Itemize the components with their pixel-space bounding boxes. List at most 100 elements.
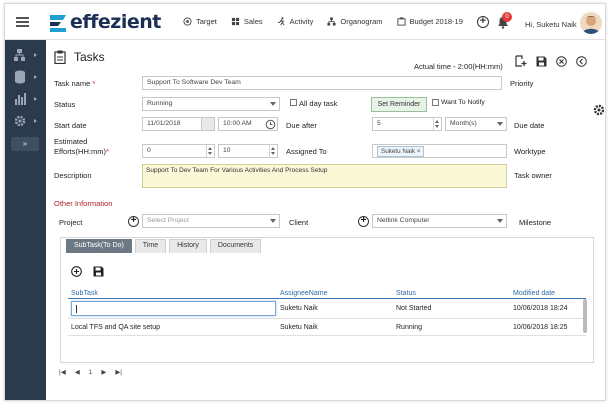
- assignee-tag[interactable]: Suketu Naik ×: [377, 146, 425, 157]
- last-page-icon[interactable]: ▶|: [115, 368, 122, 376]
- nav-sales[interactable]: Sales: [231, 17, 263, 26]
- table-header-divider: [68, 298, 586, 299]
- row2-subtask[interactable]: Local TFS and QA site setup: [71, 324, 160, 331]
- nav-target[interactable]: Target: [183, 17, 217, 26]
- nav-sales-label: Sales: [243, 17, 263, 26]
- add-subtask-icon[interactable]: [71, 266, 82, 277]
- assigned-to-label: Assigned To: [286, 147, 327, 156]
- all-day-label: All day task: [299, 99, 338, 108]
- want-notify-checkbox[interactable]: [432, 99, 439, 106]
- effort-label: Estimated: [54, 137, 88, 146]
- bar-chart-icon[interactable]: [13, 92, 39, 106]
- settings-icon[interactable]: [13, 114, 39, 128]
- row2-modified: 10/06/2018 18:25: [513, 324, 568, 331]
- tab-documents[interactable]: Documents: [209, 239, 262, 253]
- start-time-value: 10:00 AM: [223, 120, 252, 127]
- target-icon: [183, 17, 192, 26]
- due-after-value: 5: [377, 120, 381, 127]
- row1-status: Not Started: [396, 305, 432, 312]
- add-icon[interactable]: +: [477, 16, 489, 28]
- due-after-input[interactable]: 5: [372, 117, 442, 131]
- database-icon[interactable]: [13, 70, 39, 84]
- user-greeting[interactable]: Hi, Suketu Naik: [525, 20, 577, 29]
- clock-icon[interactable]: [264, 118, 277, 130]
- next-page-icon[interactable]: ▶: [101, 368, 106, 376]
- assigned-to-input[interactable]: Suketu Naik ×: [372, 144, 507, 158]
- add-client-icon[interactable]: +: [358, 216, 369, 227]
- sidebar-expand-button[interactable]: »: [11, 137, 39, 151]
- nav-budget[interactable]: Budget 2018-19: [396, 17, 463, 26]
- calendar-icon[interactable]: [201, 118, 214, 130]
- minutes-stepper-icon[interactable]: [269, 145, 277, 157]
- want-notify-label: Want To Notify: [441, 99, 485, 106]
- tab-history[interactable]: History: [169, 239, 207, 253]
- col-status[interactable]: Status: [396, 290, 416, 297]
- effort-hours-input[interactable]: 0: [142, 144, 215, 158]
- current-page[interactable]: 1: [89, 369, 93, 376]
- status-select[interactable]: Running: [142, 97, 280, 111]
- grid-icon: [231, 17, 239, 26]
- logo[interactable]: effezient: [47, 11, 161, 33]
- subtask-edit-input[interactable]: [71, 301, 276, 316]
- hours-stepper-icon[interactable]: [206, 145, 214, 157]
- text-caret: [76, 305, 77, 313]
- top-nav: Target Sales Activity Organogram Budget …: [183, 17, 477, 26]
- app-window: effezient Target Sales Activity Organogr…: [4, 3, 606, 401]
- sitemap-icon[interactable]: [13, 48, 39, 62]
- nav-budget-label: Budget 2018-19: [409, 17, 463, 26]
- nav-organogram-label: Organogram: [340, 17, 383, 26]
- top-bar: effezient Target Sales Activity Organogr…: [5, 4, 605, 40]
- effort-hours-value: 0: [147, 147, 151, 154]
- description-textarea[interactable]: Support To Dev Team For Various Activiti…: [142, 164, 507, 188]
- start-time-input[interactable]: 10:00 AM: [218, 117, 278, 131]
- nav-activity[interactable]: Activity: [277, 17, 313, 26]
- row1-assignee: Suketu Naik: [280, 305, 318, 312]
- project-select[interactable]: Select Project: [142, 214, 280, 228]
- tab-time[interactable]: Time: [134, 239, 167, 253]
- due-after-unit-select[interactable]: Month(s): [445, 117, 507, 131]
- effort-minutes-input[interactable]: 10: [218, 144, 278, 158]
- nav-organogram[interactable]: Organogram: [327, 17, 383, 26]
- set-reminder-button[interactable]: Set Reminder: [371, 97, 427, 112]
- row1-modified: 10/06/2018 18:24: [513, 305, 568, 312]
- pager: |◀ ◀ 1 ▶ ▶|: [59, 368, 122, 377]
- save-subtask-icon[interactable]: [93, 266, 104, 277]
- page-title: Tasks: [74, 50, 105, 64]
- first-page-icon[interactable]: |◀: [59, 368, 66, 376]
- runner-icon: [277, 17, 285, 26]
- row-divider: [68, 318, 586, 319]
- close-circle-icon[interactable]: [556, 55, 567, 67]
- other-info-heading: Other Information: [54, 199, 113, 208]
- logo-text: effezient: [70, 11, 161, 33]
- col-subtask[interactable]: SubTask: [71, 290, 98, 297]
- prev-page-icon[interactable]: ◀: [75, 368, 80, 376]
- gear-icon[interactable]: [593, 104, 605, 116]
- client-select[interactable]: Netlink Computer: [372, 214, 507, 228]
- save-icon[interactable]: [536, 56, 547, 67]
- task-name-input[interactable]: Support To Software Dev Team: [142, 76, 502, 90]
- description-label: Description: [54, 171, 92, 180]
- notification-badge: 0: [502, 12, 512, 22]
- col-assignee[interactable]: AssigneeName: [280, 290, 327, 297]
- add-project-icon[interactable]: +: [128, 216, 139, 227]
- start-date-input[interactable]: 11/01/2018: [142, 117, 215, 131]
- main-content: Tasks Actual time - 2:00(HH:mm) Task nam…: [46, 40, 605, 400]
- hamburger-menu-icon[interactable]: [16, 17, 29, 27]
- new-doc-icon[interactable]: [515, 55, 527, 67]
- priority-label: Priority: [510, 79, 534, 88]
- subtask-panel: [60, 237, 594, 363]
- actual-time: Actual time - 2:00(HH:mm): [414, 62, 503, 71]
- row-divider: [68, 335, 586, 336]
- col-modified[interactable]: Modified date: [513, 290, 555, 297]
- effort-minutes-value: 10: [223, 147, 231, 154]
- all-day-checkbox[interactable]: [290, 99, 297, 106]
- due-date-label: Due date: [514, 121, 545, 130]
- start-date-value: 11/01/2018: [147, 120, 181, 127]
- remove-tag-icon[interactable]: ×: [417, 148, 421, 155]
- avatar[interactable]: [580, 12, 602, 34]
- tab-subtask[interactable]: SubTask(To Do): [66, 239, 132, 253]
- table-scrollbar[interactable]: [583, 299, 587, 333]
- stepper-icon[interactable]: [433, 118, 441, 130]
- row2-status: Running: [396, 324, 423, 331]
- back-circle-icon[interactable]: [576, 55, 587, 67]
